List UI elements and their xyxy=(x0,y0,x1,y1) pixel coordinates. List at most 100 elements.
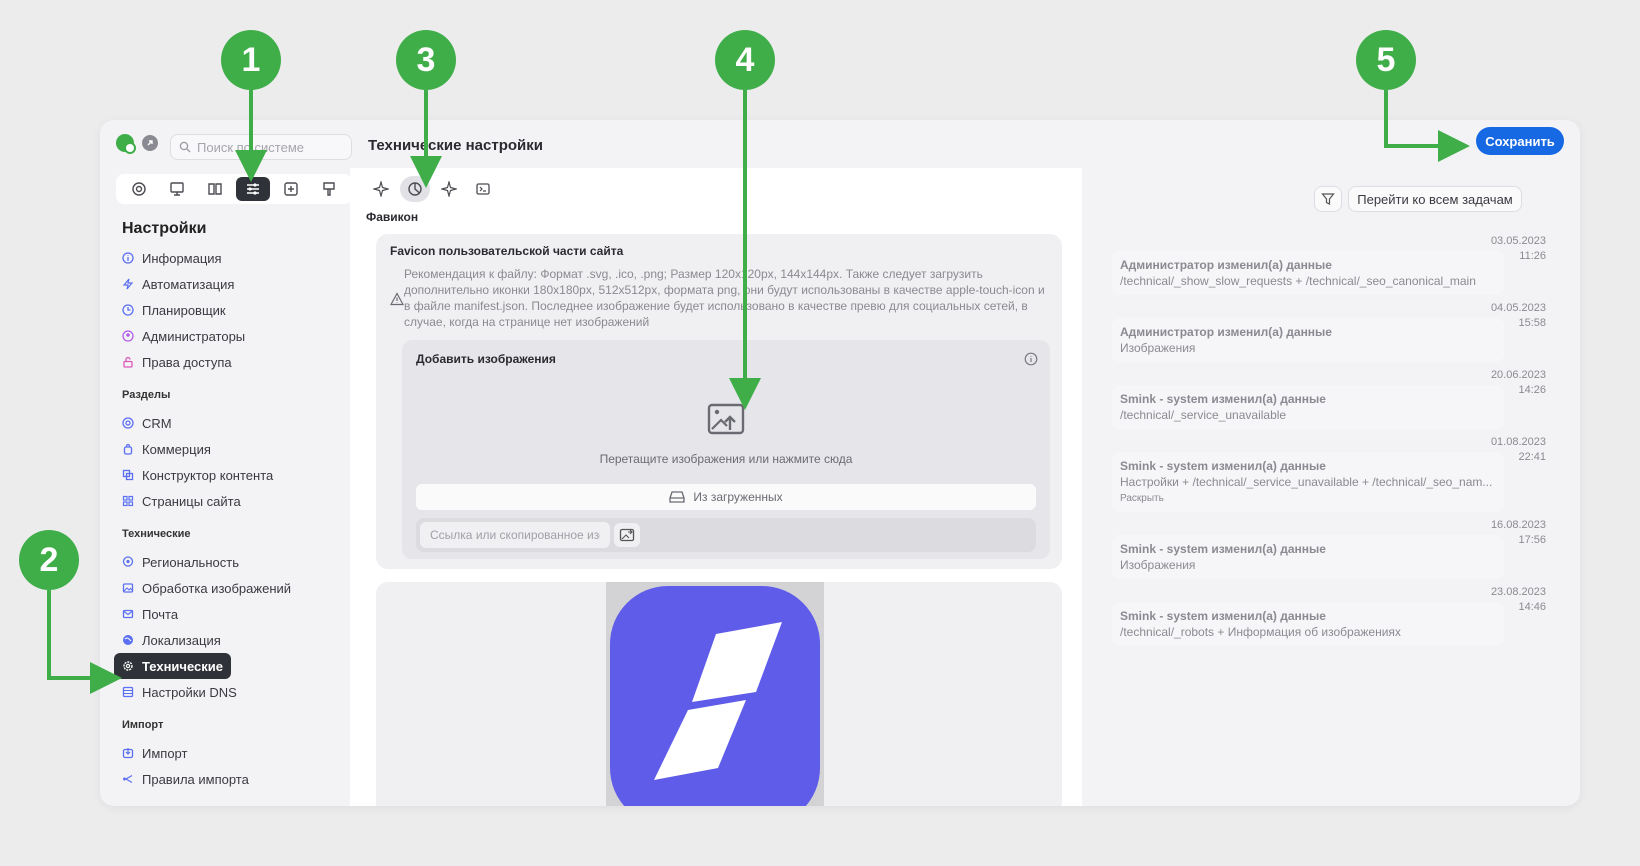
info-icon xyxy=(122,252,134,264)
filter-icon xyxy=(1321,193,1335,205)
log-time: 15:58 xyxy=(1518,317,1546,329)
tab-favicon[interactable] xyxy=(400,176,430,202)
filter-button[interactable] xyxy=(1314,186,1342,212)
mode-switcher xyxy=(116,174,352,204)
nav-section-sections: Разделы xyxy=(122,389,171,401)
log-detail: /technical/_show_slow_requests + /techni… xyxy=(1120,274,1476,288)
log-body[interactable]: Администратор изменил(а) данные Изображе… xyxy=(1112,318,1504,362)
sidebar-item-content-builder[interactable]: Конструктор контента xyxy=(114,462,281,488)
brand-logo-icon xyxy=(610,586,820,806)
info-circle-icon[interactable] xyxy=(1024,352,1038,371)
dashboard-mode-icon[interactable] xyxy=(122,177,156,201)
sidebar-item-crm[interactable]: CRM xyxy=(114,410,180,436)
brush-mode-icon[interactable] xyxy=(312,177,346,201)
tab-console[interactable] xyxy=(468,176,498,202)
sidebar-item-dns[interactable]: Настройки DNS xyxy=(114,679,245,705)
search-box[interactable] xyxy=(170,134,352,160)
image-icon xyxy=(122,582,134,594)
image-link-input[interactable] xyxy=(420,522,610,548)
gear-icon xyxy=(122,660,134,672)
app-logo[interactable] xyxy=(116,134,136,154)
favicon-preview-image[interactable] xyxy=(606,582,824,806)
dns-icon xyxy=(122,686,134,698)
book-mode-icon[interactable] xyxy=(198,177,232,201)
app-window: Настройки Информация Автоматизация Плани… xyxy=(100,120,1580,806)
main-area: Технические настройки Сохранить Фавикон xyxy=(350,120,1580,806)
sidebar-item-commerce[interactable]: Коммерция xyxy=(114,436,219,462)
sidebar-item-image-processing[interactable]: Обработка изображений xyxy=(114,575,299,601)
sidebar-item-regionality[interactable]: Региональность xyxy=(114,549,247,575)
favicon-card-description: Рекомендация к файлу: Формат .svg, .ico,… xyxy=(404,267,1045,329)
favicon-card: Favicon пользовательской части сайта Рек… xyxy=(376,234,1062,569)
sidebar-item-access[interactable]: Права доступа xyxy=(114,349,240,375)
favicon-preview-card xyxy=(376,582,1062,806)
log-author: Smink - system изменил(а) данные xyxy=(1120,542,1326,556)
back-icon[interactable] xyxy=(142,135,158,151)
crm-icon xyxy=(122,417,134,429)
log-body[interactable]: Smink - system изменил(а) данные Настрой… xyxy=(1112,452,1504,512)
sidebar-item-mail[interactable]: Почта xyxy=(114,601,186,627)
drive-icon xyxy=(669,491,686,503)
log-date: 03.05.2023 xyxy=(1490,235,1546,247)
expand-link[interactable]: Раскрыть xyxy=(1120,492,1496,506)
log-body[interactable]: Smink - system изменил(а) данные Изображ… xyxy=(1112,535,1504,579)
annotation-badge-1: 1 xyxy=(221,30,281,90)
log-time: 17:56 xyxy=(1518,534,1546,546)
log-time: 14:46 xyxy=(1518,601,1546,613)
sidebar-item-technical[interactable]: Технические xyxy=(114,653,231,679)
all-tasks-button[interactable]: Перейти ко всем задачам xyxy=(1348,186,1522,212)
annotation-badge-4: 4 xyxy=(715,30,775,90)
log-body[interactable]: Администратор изменил(а) данные /technic… xyxy=(1112,251,1504,295)
activity-panel: Перейти ко всем задачам 03.05.2023 11:26… xyxy=(1100,168,1562,806)
paste-image-button[interactable] xyxy=(614,523,640,547)
log-author: Smink - system изменил(а) данные xyxy=(1120,459,1326,473)
sidebar-item-automation[interactable]: Автоматизация xyxy=(114,271,242,297)
pie-chart-icon xyxy=(408,182,422,196)
log-time: 14:26 xyxy=(1518,384,1546,396)
mail-icon xyxy=(122,608,134,620)
activity-log: 03.05.2023 11:26 Администратор изменил(а… xyxy=(1112,234,1546,652)
upload-hint: Перетащите изображения или нажмите сюда xyxy=(599,452,853,466)
from-loaded-label: Из загруженных xyxy=(693,490,783,504)
sidebar-item-info[interactable]: Информация xyxy=(114,245,230,271)
nav-section-import: Импорт xyxy=(122,719,164,731)
search-input[interactable] xyxy=(197,139,347,155)
page-title: Технические настройки xyxy=(368,137,543,154)
sidebar-item-admins[interactable]: Администраторы xyxy=(114,323,253,349)
log-entry: 04.05.2023 15:58 Администратор изменил(а… xyxy=(1112,301,1546,362)
sidebar-item-site-pages[interactable]: Страницы сайта xyxy=(114,488,249,514)
log-detail: /technical/_robots + Информация об изобр… xyxy=(1120,625,1401,639)
log-author: Администратор изменил(а) данные xyxy=(1120,325,1332,339)
sidebar-item-import-rules[interactable]: Правила импорта xyxy=(114,766,257,792)
monitor-mode-icon[interactable] xyxy=(160,177,194,201)
sidebar-item-localization[interactable]: Локализация xyxy=(114,627,229,653)
log-entry: 03.05.2023 11:26 Администратор изменил(а… xyxy=(1112,234,1546,295)
log-date: 01.08.2023 xyxy=(1490,436,1546,448)
upload-image-icon xyxy=(706,402,746,443)
log-detail: /technical/_service_unavailable xyxy=(1120,408,1287,422)
log-detail: Изображения xyxy=(1120,558,1196,572)
builder-icon xyxy=(122,469,134,481)
log-detail: Настройки + /technical/_service_unavaila… xyxy=(1120,475,1493,489)
tab-seo[interactable] xyxy=(434,176,464,202)
favicon-section-label: Фавикон xyxy=(366,210,419,224)
log-body[interactable]: Smink - system изменил(а) данные /techni… xyxy=(1112,602,1504,646)
save-button[interactable]: Сохранить xyxy=(1476,127,1564,155)
settings-mode-icon[interactable] xyxy=(236,177,270,201)
log-body[interactable]: Smink - system изменил(а) данные /techni… xyxy=(1112,385,1504,429)
sidebar-item-scheduler[interactable]: Планировщик xyxy=(114,297,234,323)
log-date: 04.05.2023 xyxy=(1490,302,1546,314)
upload-dropzone[interactable]: Добавить изображения Перетащите изображе… xyxy=(402,340,1050,559)
sidebar-item-import[interactable]: Импорт xyxy=(114,740,195,766)
add-mode-icon[interactable] xyxy=(274,177,308,201)
tab-general[interactable] xyxy=(366,176,396,202)
favicon-card-title: Favicon пользовательской части сайта xyxy=(390,244,624,258)
log-entry: 01.08.2023 22:41 Smink - system изменил(… xyxy=(1112,435,1546,512)
location-icon xyxy=(122,556,134,568)
rules-icon xyxy=(122,773,134,785)
from-loaded-button[interactable]: Из загруженных xyxy=(416,484,1036,510)
lock-icon xyxy=(122,356,134,368)
log-author: Smink - system изменил(а) данные xyxy=(1120,392,1326,406)
sparkle-icon xyxy=(373,181,389,197)
log-author: Smink - system изменил(а) данные xyxy=(1120,609,1326,623)
